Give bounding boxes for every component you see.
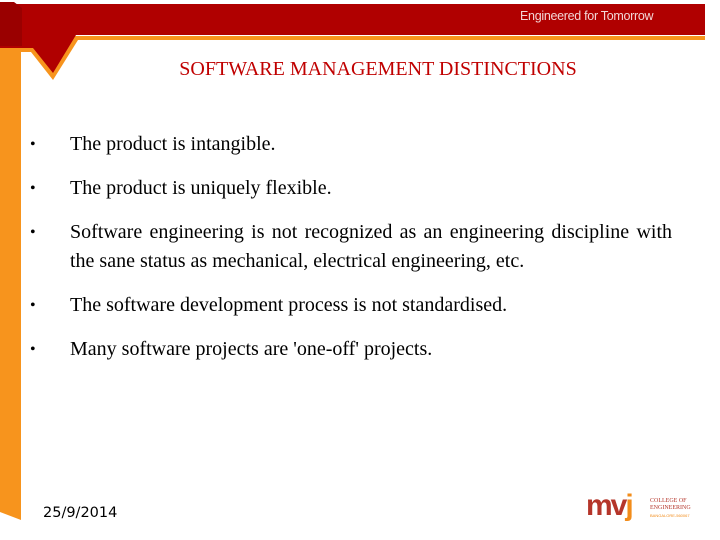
- logo-mark-j: j: [625, 489, 633, 522]
- bullet-icon: •: [30, 224, 36, 241]
- college-logo: mvj COLLEGE OF ENGINEERING BANGALORE-560…: [586, 489, 696, 529]
- left-accent-bar: [0, 38, 21, 520]
- bullet-item: • The software development process is no…: [30, 291, 672, 320]
- slide: Engineered for Tomorrow SOFTWARE MANAGEM…: [0, 0, 720, 540]
- bullet-text: The product is uniquely flexible.: [70, 177, 332, 199]
- bullet-text: Many software projects are 'one-off' pro…: [70, 338, 433, 360]
- header-band-fold: [0, 2, 22, 46]
- slide-title: SOFTWARE MANAGEMENT DISTINCTIONS: [179, 58, 577, 80]
- logo-text: COLLEGE OF ENGINEERING: [650, 498, 691, 512]
- bullet-icon: •: [30, 297, 36, 314]
- bullet-icon: •: [30, 136, 36, 153]
- bullet-icon: •: [30, 180, 36, 197]
- bullet-item: • The product is uniquely flexible.: [30, 174, 672, 203]
- logo-line-2: ENGINEERING: [650, 505, 691, 511]
- slide-date: 25/9/2014: [43, 505, 118, 521]
- bullet-text: Software engineering is not recognized a…: [70, 221, 672, 272]
- bullet-item: • Many software projects are 'one-off' p…: [30, 335, 672, 364]
- header-tagline: Engineered for Tomorrow: [520, 9, 654, 23]
- logo-line-1: COLLEGE OF: [650, 498, 687, 504]
- bullet-text: The software development process is not …: [70, 294, 508, 316]
- logo-mark: mvj: [586, 489, 634, 523]
- logo-mark-mv: mv: [586, 489, 627, 522]
- bullet-list: • The product is intangible. • The produ…: [30, 130, 672, 379]
- logo-subtitle: BANGALORE-560067: [650, 513, 690, 518]
- bullet-item: • Software engineering is not recognized…: [30, 218, 672, 276]
- bullet-icon: •: [30, 341, 36, 358]
- bullet-text: The product is intangible.: [70, 133, 276, 155]
- bullet-item: • The product is intangible.: [30, 130, 672, 159]
